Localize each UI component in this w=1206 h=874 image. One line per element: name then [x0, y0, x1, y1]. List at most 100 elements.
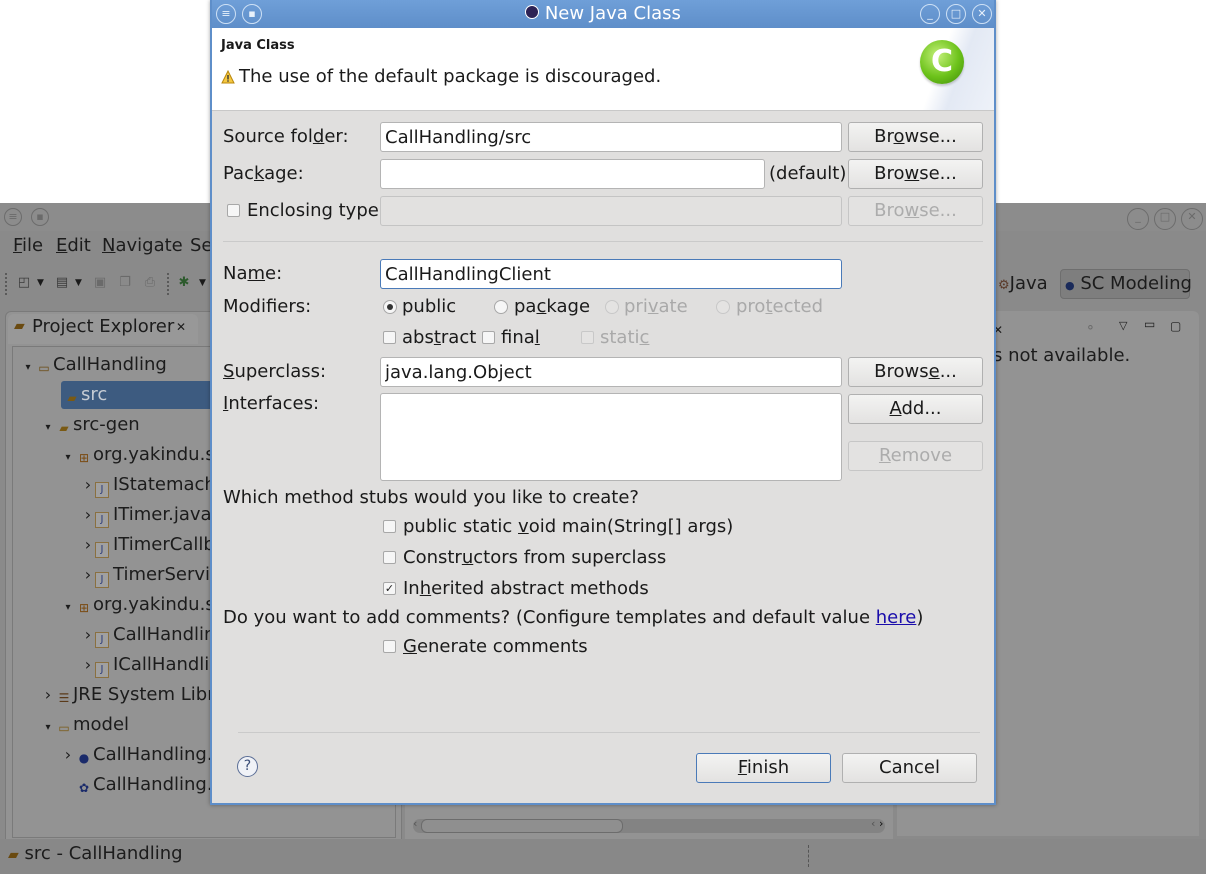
interfaces-list[interactable] [380, 393, 842, 481]
inherited-methods-checkbox[interactable]: ✓ [383, 582, 396, 595]
remove-interface-button[interactable]: Remove [848, 441, 983, 471]
chevron-down-icon[interactable]: ▼ [37, 275, 44, 291]
generate-comments-checkbox[interactable] [383, 640, 396, 653]
maximize-icon[interactable]: □ [946, 4, 966, 24]
close-icon[interactable]: ✕ [972, 4, 992, 24]
tree-item[interactable]: ▾ ▭ CallHandling [21, 351, 166, 382]
chevron-down-icon[interactable]: ▼ [75, 275, 82, 291]
toolbar-grip[interactable] [5, 273, 9, 295]
private-radio[interactable] [605, 300, 619, 314]
tree-item[interactable]: › ● CallHandling.s [61, 741, 222, 769]
new-file-icon[interactable]: ▤ [54, 275, 70, 291]
tree-item[interactable]: › J IStatemachi [81, 471, 221, 499]
constructors-checkbox[interactable] [383, 551, 396, 564]
sync-icon[interactable]: ⚬ [1085, 321, 1096, 336]
source-folder-input[interactable] [380, 122, 842, 152]
tree-item[interactable]: › ☰ JRE System Libra [41, 681, 226, 709]
chevron-down-icon[interactable]: ▾ [61, 444, 75, 472]
public-radio[interactable] [383, 300, 397, 314]
menu-file[interactable]: File [13, 235, 43, 256]
package-input[interactable] [380, 159, 765, 189]
project-icon: ▭ [38, 361, 50, 375]
chevron-right-icon[interactable]: › [81, 621, 95, 649]
toolbar-grip[interactable] [167, 273, 171, 295]
package-radio[interactable] [494, 300, 508, 314]
chevron-right-icon[interactable]: › [81, 561, 95, 589]
tree-item[interactable]: ▾ ⊞ org.yakindu.sc [61, 591, 225, 622]
browse-enclosing-type-button[interactable]: Browse... [848, 196, 983, 226]
chevron-down-icon[interactable]: ▼ [199, 275, 206, 291]
menu-navigate[interactable]: Navigate [102, 235, 183, 256]
final-checkbox[interactable] [482, 331, 495, 344]
perspective-java[interactable]: ⚙Java [998, 269, 1048, 299]
tree-item[interactable]: › J TimerServic [81, 561, 220, 589]
browse-source-folder-button[interactable]: Browse... [848, 122, 983, 152]
tree-item[interactable]: › J CallHandlin [81, 621, 215, 649]
debug-bug-icon[interactable]: ✱ [176, 275, 192, 291]
add-interface-button[interactable]: Add... [848, 394, 983, 424]
chevron-right-icon[interactable]: › [81, 651, 95, 679]
view-menu-icon[interactable]: ▽ [1119, 319, 1127, 332]
tree-item[interactable]: ▾ ⊞ org.yakindu.sc [61, 441, 224, 472]
window-pin-icon[interactable]: ▪ [31, 208, 49, 226]
new-wizard-icon[interactable]: ◰ [16, 275, 32, 291]
superclass-input[interactable] [380, 357, 842, 387]
tree-item[interactable]: › J ICallHandlin [81, 651, 221, 679]
java-file-icon: J [95, 662, 109, 678]
eclipse-icon [525, 5, 540, 19]
browse-superclass-button[interactable]: Browse... [848, 357, 983, 387]
dialog-title-bar[interactable]: ≡ ▪ New Java Class _ □ ✕ [212, 0, 994, 28]
chevron-down-icon[interactable]: ▾ [41, 714, 55, 742]
minimize-icon[interactable]: _ [1127, 208, 1149, 230]
print-icon[interactable]: ⎙ [142, 275, 158, 291]
protected-radio[interactable] [716, 300, 730, 314]
main-method-checkbox[interactable] [383, 520, 396, 533]
separator [223, 241, 983, 242]
abstract-checkbox[interactable] [383, 331, 396, 344]
minimize-icon[interactable]: _ [920, 4, 940, 24]
static-checkbox[interactable] [581, 331, 594, 344]
scroll-right-icon[interactable]: › [879, 817, 883, 830]
scroll-left-icon[interactable]: ‹ [871, 817, 875, 830]
tree-item-label: JRE System Libra [73, 684, 226, 705]
close-tab-icon[interactable]: ✕ [176, 320, 186, 334]
save-all-icon[interactable]: ❐ [117, 275, 133, 291]
scroll-left-icon[interactable]: ‹ [413, 817, 417, 830]
chevron-down-icon[interactable]: ▾ [21, 354, 35, 382]
class-name-input[interactable] [380, 259, 842, 289]
perspective-sc-modeling[interactable]: ● SC Modeling [1060, 269, 1192, 299]
tree-item[interactable]: ▾ ▭ model [41, 711, 129, 739]
scrollbar-thumb[interactable] [421, 819, 623, 833]
tree-item[interactable]: ✿ CallHandling.s [61, 771, 222, 799]
tree-item-label: org.yakindu.sc [93, 594, 225, 615]
tree-item[interactable]: › J ITimerCallba [81, 531, 226, 559]
enclosing-type-checkbox[interactable] [227, 204, 240, 217]
help-icon[interactable]: ? [237, 756, 258, 777]
chevron-right-icon[interactable]: › [81, 501, 95, 529]
browse-package-button[interactable]: Browse... [848, 159, 983, 189]
horizontal-scrollbar[interactable]: ‹ ‹ › [413, 817, 885, 833]
menu-edit[interactable]: Edit [56, 235, 91, 256]
interfaces-label: Interfaces: [223, 393, 320, 414]
save-icon[interactable]: ▣ [92, 275, 108, 291]
tree-item[interactable]: › J ITimer.java [81, 501, 212, 529]
maximize-view-icon[interactable]: ▢ [1170, 319, 1181, 333]
chevron-right-icon[interactable]: › [81, 531, 95, 559]
package-label: Package: [223, 163, 304, 184]
close-icon[interactable]: ✕ [1181, 208, 1203, 230]
chevron-right-icon[interactable]: › [41, 681, 55, 709]
tree-item[interactable]: ▾ ▰ src-gen [41, 411, 139, 442]
tab-project-explorer[interactable]: ▰ Project Explorer ✕ [8, 314, 198, 344]
cancel-button[interactable]: Cancel [842, 753, 977, 783]
finish-button[interactable]: Finish [696, 753, 831, 783]
window-menu-icon[interactable]: ≡ [4, 208, 22, 226]
chevron-right-icon[interactable]: › [81, 471, 95, 499]
minimize-view-icon[interactable]: ▭ [1144, 317, 1155, 331]
chevron-down-icon[interactable]: ▾ [41, 414, 55, 442]
maximize-icon[interactable]: □ [1154, 208, 1176, 230]
chevron-down-icon[interactable]: ▾ [61, 594, 75, 622]
configure-templates-link[interactable]: here [876, 607, 917, 628]
chevron-right-icon[interactable]: › [61, 741, 75, 769]
package-icon: ⊞ [78, 451, 90, 465]
enclosing-type-input[interactable] [380, 196, 842, 226]
